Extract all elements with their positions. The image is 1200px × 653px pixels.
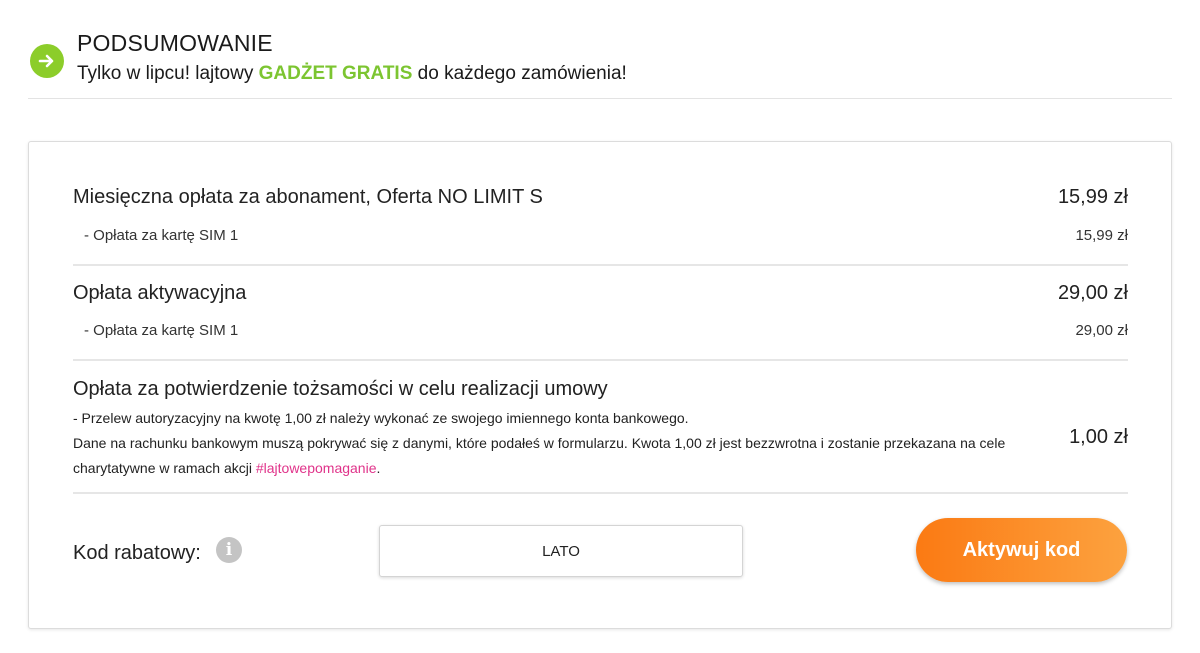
activate-code-button[interactable]: Aktywuj kod <box>916 518 1127 582</box>
subscription-sim-label: - Opłata za kartę SIM 1 <box>84 227 239 244</box>
page-title: PODSUMOWANIE <box>77 30 273 56</box>
subscription-label: Miesięczna opłata za abonament, Oferta N… <box>73 186 543 208</box>
divider <box>73 492 1128 494</box>
verification-line1: - Przelew autoryzacyjny na kwotę 1,00 zł… <box>73 410 689 426</box>
divider <box>73 359 1128 361</box>
info-icon[interactable]: i <box>216 537 242 563</box>
discount-code-input[interactable] <box>379 525 743 577</box>
verification-label: Opłata za potwierdzenie tożsamości w cel… <box>73 378 608 400</box>
summary-card: Miesięczna opłata za abonament, Oferta N… <box>28 141 1172 629</box>
verification-hashtag: #lajtowepomaganie <box>255 460 377 476</box>
subscription-sim-amount: 15,99 zł <box>1075 227 1128 244</box>
promo-suffix: do każdego zamówienia! <box>412 63 627 84</box>
summary-header: PODSUMOWANIE Tylko w lipcu! lajtowy GADŻ… <box>28 28 1172 99</box>
activation-sim-amount: 29,00 zł <box>1075 322 1128 339</box>
activation-sim-label: - Opłata za kartę SIM 1 <box>84 322 239 339</box>
divider <box>73 264 1128 266</box>
verification-line2-end: . <box>376 460 381 476</box>
subscription-amount: 15,99 zł <box>1057 186 1128 208</box>
activation-amount: 29,00 zł <box>1057 282 1128 304</box>
promo-highlight: GADŻET GRATIS <box>258 63 413 84</box>
discount-label: Kod rabatowy: <box>73 542 201 564</box>
promo-text: Tylko w lipcu! lajtowy GADŻET GRATIS do … <box>77 63 627 85</box>
activation-label: Opłata aktywacyjna <box>73 282 247 304</box>
promo-prefix: Tylko w lipcu! lajtowy <box>77 63 259 84</box>
verification-amount: 1,00 zł <box>1069 426 1128 448</box>
verification-line2: Dane na rachunku bankowym muszą pokrywać… <box>73 435 1006 476</box>
verification-description: - Przelew autoryzacyjny na kwotę 1,00 zł… <box>73 406 1053 481</box>
arrow-right-icon <box>30 44 64 78</box>
